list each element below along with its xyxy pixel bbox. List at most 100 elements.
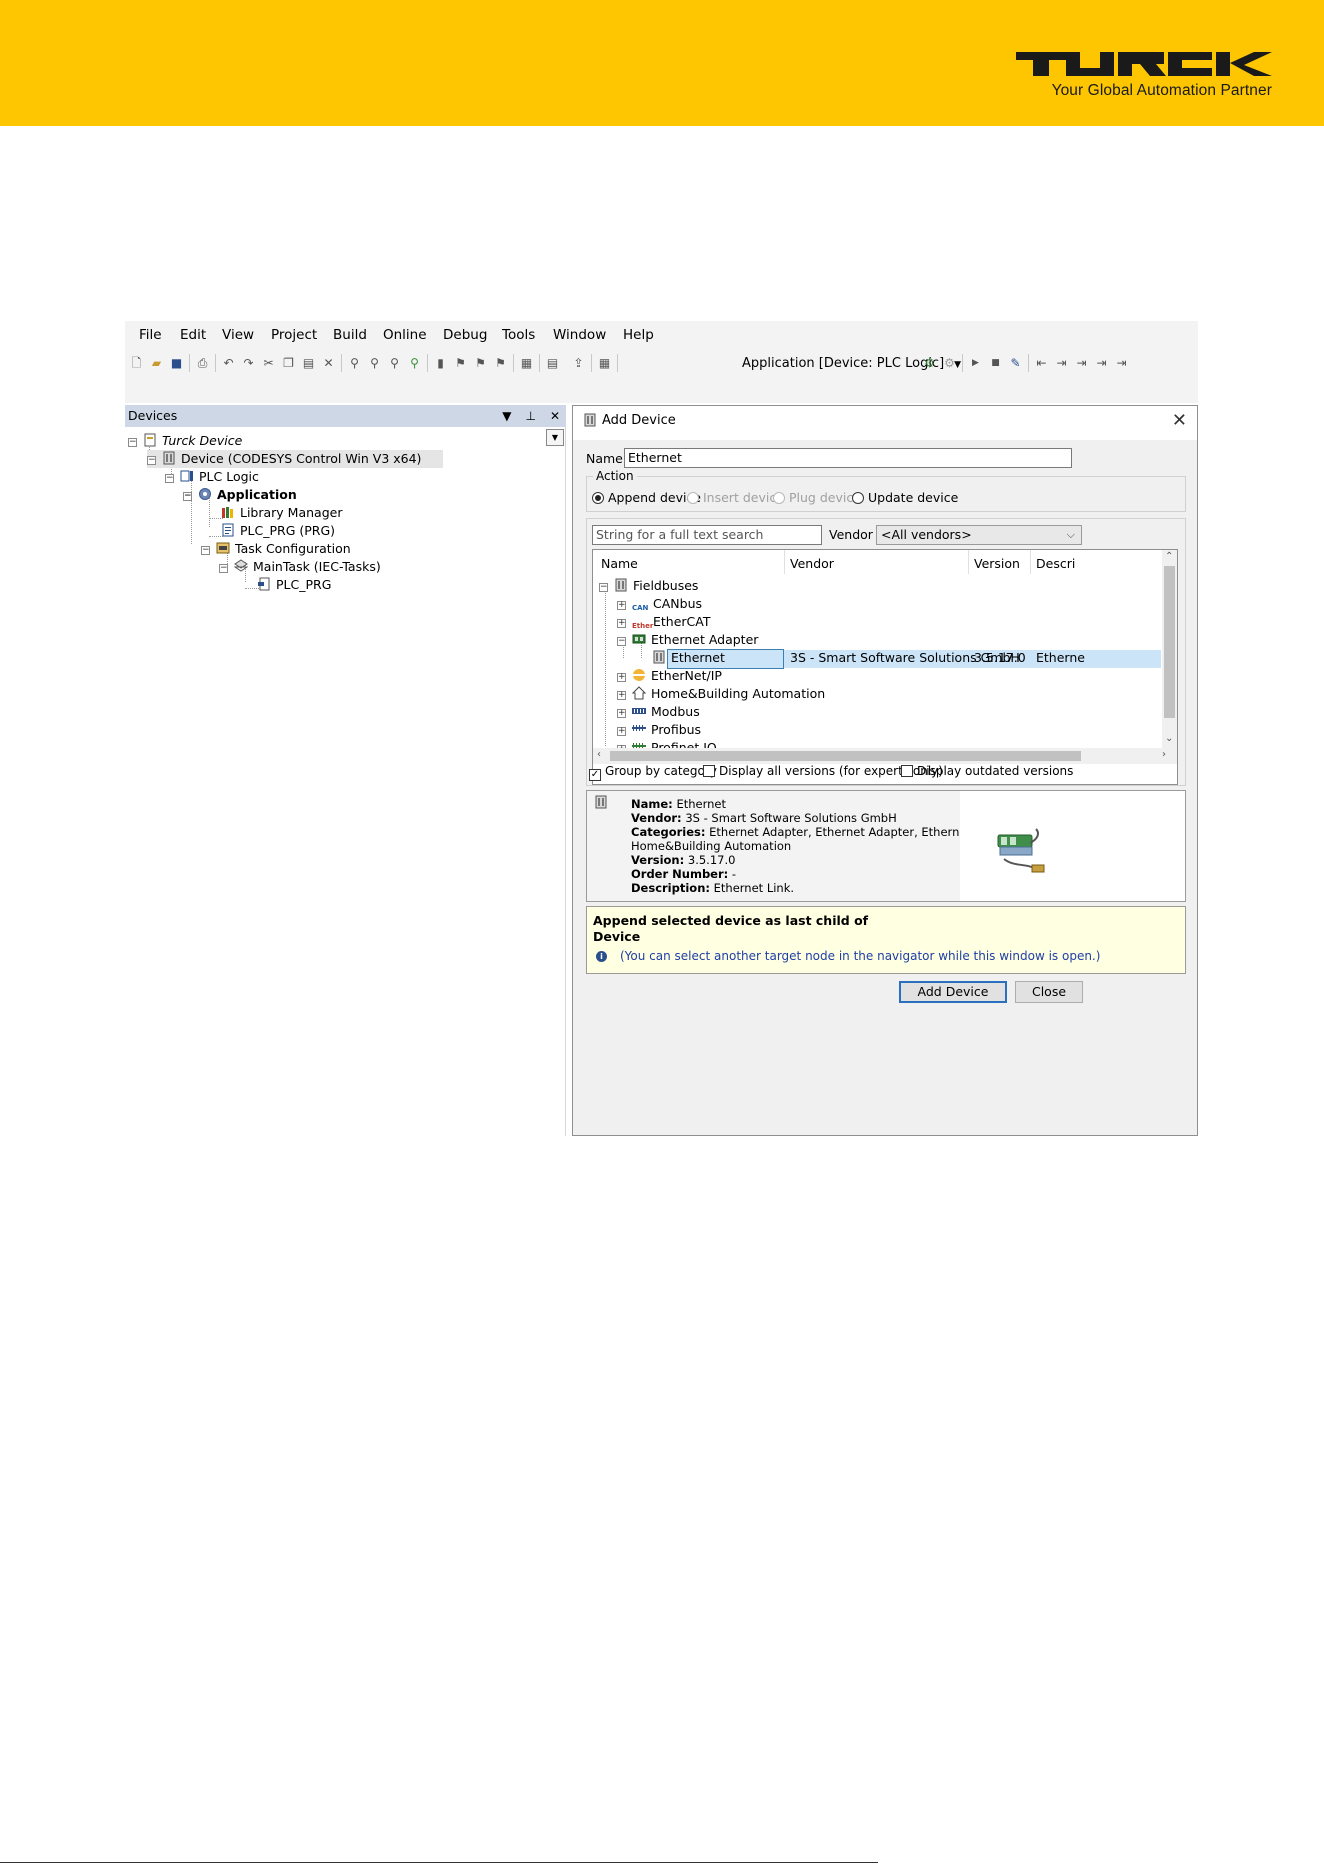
column-vendor[interactable]: Vendor [790, 556, 834, 571]
expand-icon[interactable]: + [617, 619, 626, 628]
list-row-fieldbuses[interactable]: − Fieldbuses [599, 577, 698, 595]
expand-icon[interactable]: + [617, 709, 626, 718]
vertical-scrollbar[interactable]: ⌃ ⌄ [1162, 550, 1177, 748]
tree-item-task-configuration[interactable]: − Task Configuration [201, 540, 351, 558]
save-icon[interactable]: ■ [169, 356, 184, 371]
list-row-ethernet-adapter[interactable]: − Ethernet Adapter [617, 631, 758, 649]
list-row-profibus[interactable]: + Profibus [617, 721, 701, 739]
append-device-radio[interactable]: Append device [592, 490, 701, 505]
vertical-scroll-thumb[interactable] [1164, 566, 1175, 718]
collapse-icon[interactable]: − [183, 492, 192, 501]
tree-item-plc-logic[interactable]: − PLC Logic [165, 468, 259, 486]
export-icon[interactable]: ⇪ [571, 356, 586, 371]
bookmark-icon[interactable]: ▮ [433, 356, 448, 371]
menu-project[interactable]: Project [271, 327, 317, 343]
undo-icon[interactable]: ↶ [221, 356, 236, 371]
close-button[interactable]: Close [1015, 981, 1083, 1003]
column-description[interactable]: Descri [1036, 556, 1075, 571]
logout-icon[interactable]: ⚙ [942, 356, 957, 371]
expand-icon[interactable]: + [617, 691, 626, 700]
menu-build[interactable]: Build [333, 327, 367, 343]
collapse-icon[interactable]: − [219, 564, 228, 573]
start-icon[interactable]: ▶ [968, 356, 983, 371]
dialog-close-icon[interactable]: ✕ [1172, 406, 1187, 436]
find-next-icon[interactable]: ⚲ [367, 356, 382, 371]
paste-icon[interactable]: ▤ [301, 356, 316, 371]
collapse-icon[interactable]: − [617, 637, 626, 646]
step-into-icon[interactable]: ⇥ [1074, 356, 1089, 371]
find-icon[interactable]: ⚲ [347, 356, 362, 371]
tree-item-maintask[interactable]: − MainTask (IEC-Tasks) [219, 558, 381, 576]
calendar-icon[interactable]: ▦ [597, 356, 612, 371]
insert-icon[interactable]: ▤ [545, 356, 560, 371]
open-folder-icon[interactable]: ▰ [149, 356, 164, 371]
bookmark-next-icon[interactable]: ⚑ [453, 356, 468, 371]
menu-view[interactable]: View [222, 327, 254, 343]
replace-icon[interactable]: ⚲ [387, 356, 402, 371]
menu-tools[interactable]: Tools [502, 327, 535, 343]
device-name-field[interactable]: Ethernet [624, 448, 1072, 468]
tree-item-library-manager[interactable]: Library Manager [221, 504, 342, 522]
tree-item-turck-device[interactable]: − Turck Device [128, 432, 242, 450]
step-out-icon[interactable]: ⇥ [1094, 356, 1109, 371]
list-row-modbus[interactable]: + Modbus [617, 703, 700, 721]
tree-item-application[interactable]: − Application [183, 486, 297, 504]
breakpoint-icon[interactable]: ⇤ [1034, 356, 1049, 371]
scroll-up-icon[interactable]: ⌃ [1165, 551, 1173, 562]
scroll-left-icon[interactable]: ‹ [597, 749, 601, 760]
list-row-canbus[interactable]: + CAN CANbus [617, 595, 702, 613]
login-icon[interactable]: ⚙ [922, 356, 937, 371]
run-to-cursor-icon[interactable]: ⇥ [1114, 356, 1129, 371]
print-icon[interactable]: ⎙ [195, 356, 210, 371]
bookmark-prev-icon[interactable]: ⚑ [473, 356, 488, 371]
collapse-icon[interactable]: − [147, 456, 156, 465]
menu-window[interactable]: Window [553, 327, 606, 343]
list-row-home-building[interactable]: + Home&Building Automation [617, 685, 825, 703]
reset-icon[interactable]: ✎ [1008, 356, 1023, 371]
tree-item-plc-prg-call[interactable]: PLC_PRG [257, 576, 331, 594]
collapse-icon[interactable]: − [128, 438, 137, 447]
add-device-button[interactable]: Add Device [899, 981, 1007, 1003]
expand-icon[interactable]: + [617, 601, 626, 610]
menu-online[interactable]: Online [383, 327, 427, 343]
close-icon[interactable]: ✕ [550, 409, 560, 423]
pin-icon[interactable]: ⊥ [525, 409, 535, 423]
delete-icon[interactable]: ✕ [321, 356, 336, 371]
horizontal-scroll-thumb[interactable] [610, 751, 1081, 761]
display-outdated-versions-checkbox[interactable]: Display outdated versions [901, 764, 1073, 778]
plug-device-radio[interactable]: Plug device [773, 490, 861, 505]
column-version[interactable]: Version [974, 556, 1020, 571]
horizontal-scrollbar[interactable]: ‹ › [593, 748, 1177, 764]
panel-dropdown-button[interactable]: ▼ [546, 429, 564, 446]
menu-debug[interactable]: Debug [443, 327, 487, 343]
search-input[interactable]: String for a full text search [592, 525, 822, 545]
bookmark-clear-icon[interactable]: ⚑ [493, 356, 508, 371]
scroll-right-icon[interactable]: › [1162, 749, 1166, 760]
expand-icon[interactable]: + [617, 727, 626, 736]
menu-help[interactable]: Help [623, 327, 654, 343]
scroll-down-icon[interactable]: ⌄ [1165, 733, 1173, 744]
menu-edit[interactable]: Edit [180, 327, 206, 343]
panel-menu-icon[interactable]: ▼ [502, 409, 511, 423]
copy-icon[interactable]: ❐ [281, 356, 296, 371]
collapse-icon[interactable]: − [165, 474, 174, 483]
new-file-icon[interactable]: 🗋 [129, 356, 144, 371]
list-row-ethernet-ip[interactable]: + EtherNet/IP [617, 667, 722, 685]
list-row-ethercat[interactable]: + EtherEtherCAT [617, 613, 711, 631]
find-replace-icon[interactable]: ⚲ [407, 356, 422, 371]
column-name[interactable]: Name [601, 556, 638, 571]
insert-device-radio[interactable]: Insert device [687, 490, 784, 505]
list-row-ethernet[interactable]: Ethernet [652, 649, 725, 667]
collapse-icon[interactable]: − [599, 583, 608, 592]
update-device-radio[interactable]: Update device [852, 490, 958, 505]
tree-item-device[interactable]: − Device (CODESYS Control Win V3 x64) [147, 450, 444, 468]
group-by-category-checkbox[interactable]: ✓ Group by category [589, 764, 717, 781]
stop-icon[interactable]: ■ [988, 356, 1003, 371]
redo-icon[interactable]: ↷ [241, 356, 256, 371]
vendor-select[interactable]: <All vendors> ⌵ [876, 525, 1082, 545]
cut-icon[interactable]: ✂ [261, 356, 276, 371]
tree-item-plc-prg[interactable]: PLC_PRG (PRG) [221, 522, 335, 540]
expand-icon[interactable]: + [617, 673, 626, 682]
menu-file[interactable]: File [139, 327, 162, 343]
step-over-icon[interactable]: ⇥ [1054, 356, 1069, 371]
